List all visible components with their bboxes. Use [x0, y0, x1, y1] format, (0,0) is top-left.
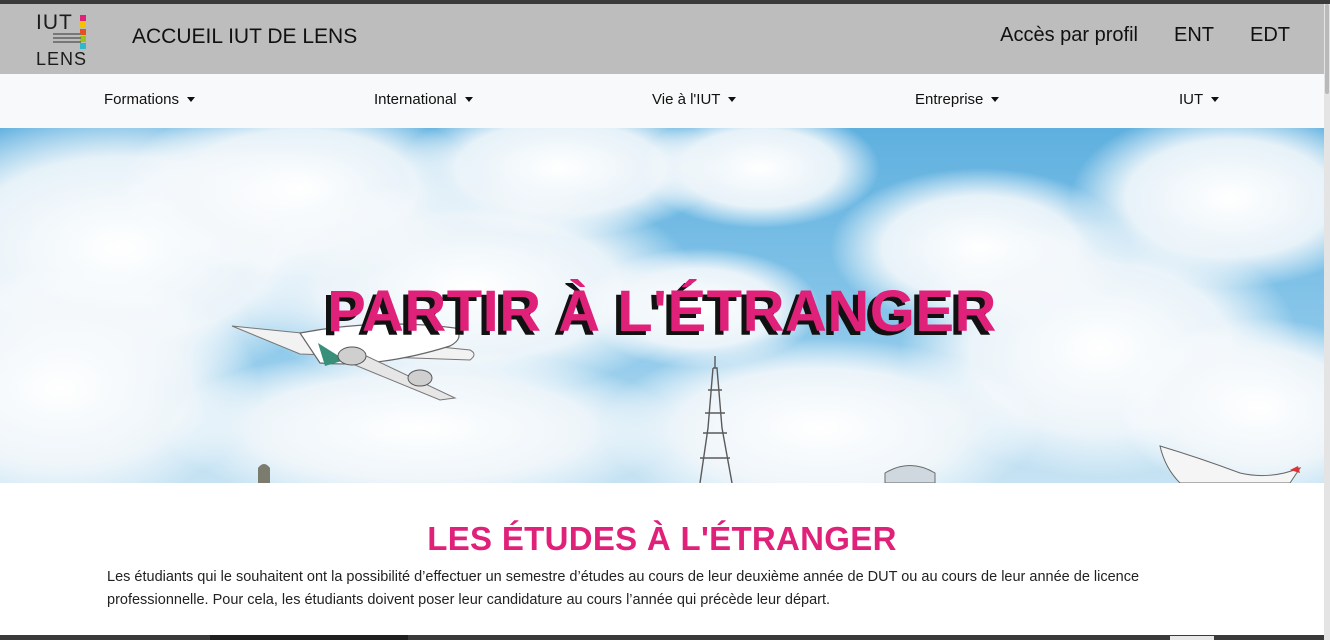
section-title: LES ÉTUDES À L'ÉTRANGER	[427, 520, 897, 557]
nav-formations[interactable]: Formations	[104, 91, 196, 108]
nav-vie-iut[interactable]: Vie à l'IUT	[652, 91, 737, 108]
caret-down-icon	[728, 97, 737, 102]
profile-access-link[interactable]: Accès par profil	[1000, 24, 1138, 47]
logo-tagline-line	[53, 41, 81, 43]
top-links: Accès par profil ENT EDT	[1000, 24, 1290, 47]
logo-square-yellow	[80, 22, 86, 28]
page-scrollbar[interactable]	[1324, 4, 1330, 640]
intro-paragraph: Les étudiants qui le souhaitent ont la p…	[107, 569, 1140, 608]
logo-square-pink	[80, 15, 86, 21]
nav-label: International	[374, 91, 457, 108]
hero-title: PARTIR À L'ÉTRANGER	[327, 279, 997, 344]
logo-text-iut: IUT	[36, 11, 73, 34]
nav-international[interactable]: International	[374, 91, 473, 108]
hero-banner: PARTIR À L'ÉTRANGER	[0, 128, 1324, 483]
caret-down-icon	[187, 97, 196, 102]
iut-lens-logo[interactable]: IUT LENS	[30, 8, 92, 70]
bottom-taskbar-strip	[0, 635, 1330, 640]
logo-tagline-line	[53, 37, 81, 39]
left-statue	[258, 464, 270, 483]
caret-down-icon	[991, 97, 1000, 102]
nav-label: Formations	[104, 91, 180, 108]
top-header: IUT LENS ACCUEIL IUT DE LENS Accès par p…	[0, 4, 1324, 74]
logo-text-lens: LENS	[36, 49, 88, 69]
site-title-link[interactable]: ACCUEIL IUT DE LENS	[132, 25, 357, 49]
logo-tagline-line	[53, 33, 81, 35]
caret-down-icon	[1211, 97, 1220, 102]
ent-link[interactable]: ENT	[1174, 24, 1214, 47]
nav-iut[interactable]: IUT	[1179, 91, 1220, 108]
nav-label: IUT	[1179, 91, 1204, 108]
nav-label: Vie à l'IUT	[652, 91, 721, 108]
scrollbar-thumb[interactable]	[1325, 4, 1329, 94]
taskbar-indicator	[1170, 636, 1214, 640]
edt-link[interactable]: EDT	[1250, 24, 1290, 47]
nav-entreprise[interactable]: Entreprise	[915, 91, 1000, 108]
main-navigation: Formations International Vie à l'IUT Ent…	[0, 74, 1324, 129]
caret-down-icon	[464, 97, 473, 102]
taskbar-segment	[210, 635, 408, 640]
nav-label: Entreprise	[915, 91, 984, 108]
